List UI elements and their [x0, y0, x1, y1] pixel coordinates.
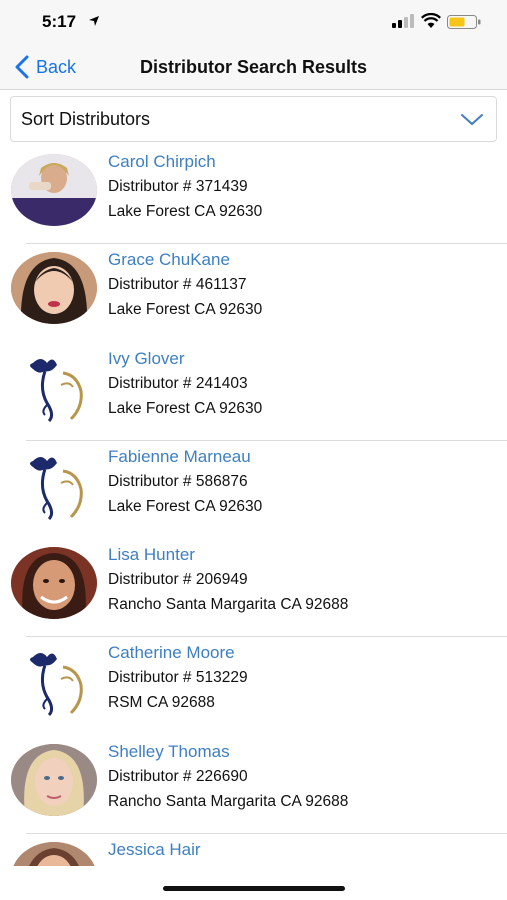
distributor-number: Distributor # 461137 [108, 276, 247, 294]
sort-distributors-dropdown[interactable]: Sort Distributors [10, 96, 497, 142]
distributor-location: Lake Forest CA 92630 [108, 301, 263, 319]
distributor-number: Distributor # 513229 [108, 669, 248, 687]
avatar [11, 547, 97, 620]
status-bar: 5:17 [0, 0, 507, 44]
avatar [11, 252, 97, 325]
location-arrow-icon [89, 16, 99, 26]
results-list[interactable]: Carol Chirpich Distributor # 371439 Lake… [0, 146, 507, 866]
distributor-location: Lake Forest CA 92630 [108, 497, 263, 515]
avatar [11, 154, 97, 226]
distributor-number: Distributor # 371439 [108, 178, 248, 195]
list-item[interactable]: Grace ChuKane Distributor # 461137 Lake … [0, 244, 507, 342]
list-item[interactable]: Catherine Moore Distributor # 513229 RSM… [0, 637, 507, 735]
distributor-number: Distributor # 241403 [108, 374, 248, 392]
chevron-down-icon [461, 114, 483, 126]
distributor-name: Catherine Moore [108, 643, 235, 663]
distributor-name: Fabienne Marneau [108, 446, 251, 466]
avatar [11, 743, 97, 816]
distributor-location: Lake Forest CA 92630 [108, 399, 263, 417]
distributor-location: Rancho Santa Margarita CA 92688 [108, 792, 349, 810]
battery-icon [447, 15, 481, 29]
home-indicator[interactable] [163, 886, 345, 891]
distributor-location: Rancho Santa Margarita CA 92688 [108, 596, 349, 614]
wifi-icon [421, 13, 441, 28]
brand-logo-avatar [11, 645, 97, 718]
distributor-name: Shelley Thomas [108, 741, 230, 761]
list-item[interactable]: Ivy Glover Distributor # 241403 Lake For… [0, 343, 507, 441]
brand-logo-avatar [11, 448, 97, 521]
list-item[interactable]: Lisa Hunter Distributor # 206949 Rancho … [0, 539, 507, 638]
avatar [11, 842, 97, 866]
sort-label: Sort Distributors [21, 108, 151, 129]
distributor-number: Distributor # 586876 [108, 472, 248, 490]
list-item[interactable]: Fabienne Marneau Distributor # 586876 La… [0, 441, 507, 539]
distributor-name: Carol Chirpich [108, 152, 216, 171]
page-title: Distributor Search Results [139, 57, 368, 77]
navigation-bar: Back Distributor Search Results [0, 44, 507, 90]
distributor-name: Grace ChuKane [108, 250, 230, 270]
list-item[interactable]: Jessica Hair [0, 834, 507, 866]
distributor-name: Jessica Hair [108, 840, 201, 860]
distributor-location: Lake Forest CA 92630 [108, 203, 263, 220]
brand-logo-avatar [11, 350, 97, 423]
list-item[interactable]: Carol Chirpich Distributor # 371439 Lake… [0, 146, 507, 245]
cellular-signal-icon [392, 14, 414, 28]
distributor-name: Ivy Glover [108, 348, 185, 368]
list-item[interactable]: Shelley Thomas Distributor # 226690 Ranc… [0, 736, 507, 835]
distributor-location: RSM CA 92688 [108, 694, 215, 712]
distributor-number: Distributor # 226690 [108, 767, 248, 785]
distributor-number: Distributor # 206949 [108, 571, 248, 589]
status-time: 5:17 [42, 12, 77, 31]
distributor-name: Lisa Hunter [108, 545, 195, 565]
